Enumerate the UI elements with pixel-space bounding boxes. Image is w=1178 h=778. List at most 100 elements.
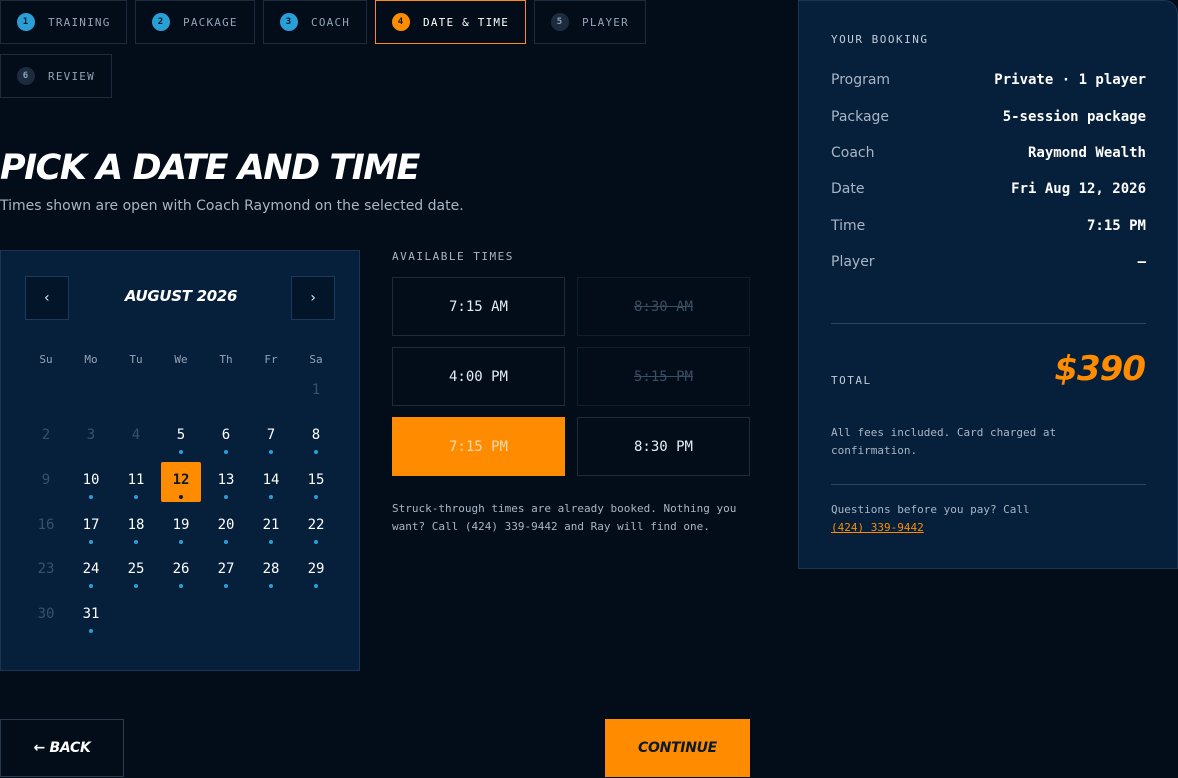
calendar-day[interactable]: 25 (116, 551, 156, 591)
availability-dot (224, 450, 228, 454)
calendar-day-number: 9 (41, 472, 51, 488)
calendar-day[interactable]: 17 (71, 507, 111, 547)
calendar-day[interactable]: 26 (161, 551, 201, 591)
time-slot[interactable]: 7:15 PM (392, 417, 565, 476)
step-review[interactable]: 6 REVIEW (0, 54, 112, 98)
calendar-day[interactable]: 18 (116, 507, 156, 547)
time-slot[interactable]: 4:00 PM (392, 347, 565, 406)
calendar-day-number: 8 (311, 427, 321, 443)
calendar-day-number: 30 (37, 606, 55, 622)
step-number: 2 (152, 13, 170, 31)
fees-note: All fees included. Card charged at confi… (831, 426, 1057, 457)
weekday-label: Sa (309, 353, 323, 366)
summary-key: Time (831, 218, 866, 234)
calendar-day-number: 18 (127, 517, 145, 533)
calendar-day[interactable]: 31 (71, 596, 111, 636)
step-label: PLAYER (582, 15, 629, 29)
calendar-day[interactable]: 15 (296, 462, 336, 502)
time-slot: 8:30 AM (577, 277, 750, 336)
availability-dot (224, 584, 228, 588)
step-label: TRAINING (48, 15, 111, 29)
calendar-day-number: 10 (82, 472, 100, 488)
calendar-day[interactable]: 27 (206, 551, 246, 591)
time-slot: 5:15 PM (577, 347, 750, 406)
calendar-day[interactable]: 10 (71, 462, 111, 502)
times-note: Struck-through times are already booked.… (392, 502, 737, 533)
step-player[interactable]: 5 PLAYER (534, 0, 646, 44)
calendar-month-label: AUGUST 2026 (124, 287, 238, 305)
next-month-button[interactable]: › (291, 276, 335, 320)
weekday-label: Fr (264, 353, 278, 366)
calendar-day[interactable]: 21 (251, 507, 291, 547)
divider (831, 323, 1146, 324)
calendar-day[interactable]: 13 (206, 462, 246, 502)
summary-value: — (1137, 254, 1146, 270)
calendar-day[interactable]: 14 (251, 462, 291, 502)
calendar-day[interactable]: 5 (161, 417, 201, 457)
weekday-label: Tu (129, 353, 143, 366)
calendar-day-number: 25 (127, 561, 145, 577)
calendar-day[interactable]: 6 (206, 417, 246, 457)
summary-row-program: Program Private · 1 player (831, 72, 1146, 92)
availability-dot (89, 540, 93, 544)
summary-key: Program (831, 72, 891, 88)
availability-dot (179, 584, 183, 588)
summary-row-time: Time 7:15 PM (831, 218, 1146, 238)
calendar-day[interactable]: 7 (251, 417, 291, 457)
step-training[interactable]: 1 TRAINING (0, 0, 127, 44)
calendar-day[interactable]: 22 (296, 507, 336, 547)
summary-value: 7:15 PM (1086, 218, 1146, 234)
calendar-day-number: 15 (307, 472, 325, 488)
weekday-label: Su (39, 353, 53, 366)
chevron-left-icon: ‹ (42, 290, 52, 306)
divider (831, 484, 1146, 485)
page-title: PICK A DATE AND TIME (0, 148, 420, 188)
availability-dot (89, 629, 93, 633)
time-slot[interactable]: 7:15 AM (392, 277, 565, 336)
calendar-day-number: 19 (172, 517, 190, 533)
summary-value: Raymond Wealth (1027, 145, 1146, 161)
calendar-day[interactable]: 20 (206, 507, 246, 547)
calendar-day[interactable]: 19 (161, 507, 201, 547)
calendar-day[interactable]: 8 (296, 417, 336, 457)
summary-key: Date (831, 181, 865, 197)
calendar-day-number: 7 (266, 427, 276, 443)
calendar-day-number: 5 (176, 427, 186, 443)
calendar-day-number: 3 (86, 427, 96, 443)
prev-month-button[interactable]: ‹ (25, 276, 69, 320)
calendar-day-number: 4 (131, 427, 141, 443)
phone-link[interactable]: (424) 339-9442 (831, 521, 924, 534)
continue-button[interactable]: CONTINUE (605, 719, 750, 777)
calendar-day-number: 13 (217, 472, 235, 488)
availability-dot (314, 495, 318, 499)
availability-dot (134, 540, 138, 544)
weekday-label: Mo (84, 353, 98, 366)
calendar-day-number: 14 (262, 472, 280, 488)
calendar-day[interactable]: 11 (116, 462, 156, 502)
availability-dot (269, 540, 273, 544)
summary-value: 5-session package (1002, 109, 1146, 125)
calendar-day-number: 26 (172, 561, 190, 577)
step-number: 3 (280, 13, 298, 31)
summary-row-coach: Coach Raymond Wealth (831, 145, 1146, 165)
step-date-time[interactable]: 4 DATE & TIME (375, 0, 526, 44)
availability-dot (314, 584, 318, 588)
back-button[interactable]: ← BACK (0, 719, 124, 777)
available-times-label: AVAILABLE TIMES (392, 250, 514, 263)
step-label: DATE & TIME (423, 15, 510, 29)
step-package[interactable]: 2 PACKAGE (135, 0, 255, 44)
booking-summary-panel: YOUR BOOKING Program Private · 1 player … (798, 0, 1178, 569)
calendar-day[interactable]: 24 (71, 551, 111, 591)
step-coach[interactable]: 3 COACH (263, 0, 367, 44)
calendar-day-number: 16 (37, 517, 55, 533)
total-price: $390 (1054, 349, 1146, 389)
step-number: 6 (17, 67, 35, 85)
calendar-day-number: 29 (307, 561, 325, 577)
calendar-day[interactable]: 28 (251, 551, 291, 591)
step-number: 4 (392, 13, 410, 31)
time-slot[interactable]: 8:30 PM (577, 417, 750, 476)
summary-row-date: Date Fri Aug 12, 2026 (831, 181, 1146, 201)
calendar-day-number: 21 (262, 517, 280, 533)
calendar-day[interactable]: 29 (296, 551, 336, 591)
calendar-day-selected[interactable]: 12 (161, 462, 201, 502)
